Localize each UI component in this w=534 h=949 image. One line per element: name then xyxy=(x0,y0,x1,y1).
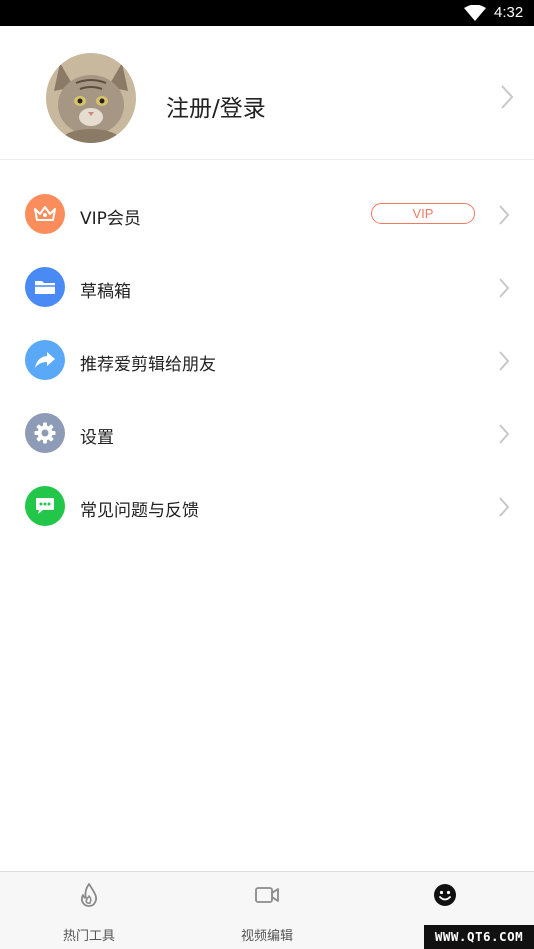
menu-item-settings[interactable]: 设置 xyxy=(0,397,534,470)
chevron-right-icon xyxy=(501,85,514,109)
video-camera-icon xyxy=(255,887,279,903)
chevron-right-icon xyxy=(499,351,510,371)
avatar[interactable] xyxy=(46,53,136,143)
menu-item-share[interactable]: 推荐爱剪辑给朋友 xyxy=(0,324,534,397)
watermark: WWW.QT6.COM xyxy=(424,925,534,949)
folder-icon xyxy=(25,267,65,307)
profile-login-row[interactable]: 注册/登录 xyxy=(0,26,534,160)
share-icon xyxy=(25,340,65,380)
crown-icon xyxy=(25,194,65,234)
login-register-label[interactable]: 注册/登录 xyxy=(166,89,266,123)
menu-item-drafts[interactable]: 草稿箱 xyxy=(0,251,534,324)
tab-label: 热门工具 xyxy=(62,929,115,944)
menu-item-faq-feedback[interactable]: 常见问题与反馈 xyxy=(0,470,534,543)
tab-video-edit[interactable]: 视频编辑 xyxy=(178,872,356,949)
fire-icon xyxy=(80,883,98,907)
settings-menu: VIP会员 VIP 草稿箱 推荐爱剪辑给朋友 设置 常见问题与反馈 xyxy=(0,178,534,543)
chat-icon xyxy=(25,486,65,526)
menu-item-label: VIP会员 xyxy=(80,209,141,229)
status-time: 4:32 xyxy=(494,4,524,21)
menu-item-vip[interactable]: VIP会员 VIP xyxy=(0,178,534,251)
menu-item-label: 草稿箱 xyxy=(80,282,131,302)
chevron-right-icon xyxy=(499,497,510,517)
smiley-icon xyxy=(434,884,456,906)
tab-hot-tools[interactable]: 热门工具 xyxy=(0,872,178,949)
chevron-right-icon xyxy=(499,278,510,298)
menu-item-label: 推荐爱剪辑给朋友 xyxy=(80,355,216,375)
status-bar: 4:32 xyxy=(0,0,534,26)
menu-item-label: 常见问题与反馈 xyxy=(80,501,199,521)
tab-label: 视频编辑 xyxy=(240,929,293,944)
chevron-right-icon xyxy=(499,424,510,444)
chevron-right-icon xyxy=(499,205,510,225)
vip-badge: VIP xyxy=(371,203,475,224)
menu-item-label: 设置 xyxy=(80,428,114,448)
cat-avatar-icon xyxy=(46,53,136,143)
wifi-icon xyxy=(464,5,486,21)
gear-icon xyxy=(25,413,65,453)
